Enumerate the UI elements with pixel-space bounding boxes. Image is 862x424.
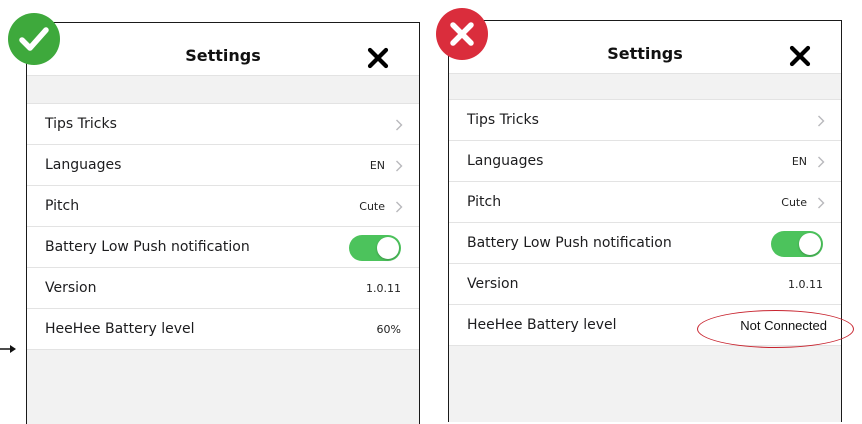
page-title: Settings bbox=[185, 46, 261, 65]
row-pitch[interactable]: Pitch Cute bbox=[449, 182, 841, 223]
row-languages[interactable]: Languages EN bbox=[449, 141, 841, 182]
battery-push-toggle[interactable] bbox=[771, 231, 823, 257]
row-value: 60% bbox=[376, 323, 401, 336]
row-tips-tricks[interactable]: Tips Tricks bbox=[449, 100, 841, 141]
chevron-right-icon bbox=[396, 119, 403, 131]
row-pitch[interactable]: Pitch Cute bbox=[27, 186, 419, 227]
chevron-right-icon bbox=[396, 160, 403, 172]
row-value: 1.0.11 bbox=[788, 278, 823, 291]
settings-screen-correct: Settings Tips Tricks Languages EN Pitch … bbox=[26, 22, 420, 424]
close-icon[interactable] bbox=[367, 47, 389, 69]
header: Settings bbox=[449, 21, 841, 74]
header: Settings bbox=[27, 23, 419, 76]
row-value: 1.0.11 bbox=[366, 282, 401, 295]
row-label: Tips Tricks bbox=[45, 116, 117, 132]
chevron-right-icon bbox=[818, 156, 825, 168]
settings-screen-incorrect: Settings Tips Tricks Languages EN Pitch … bbox=[448, 20, 842, 422]
arrow-right-icon bbox=[0, 342, 16, 356]
row-battery-push: Battery Low Push notification bbox=[27, 227, 419, 268]
row-languages[interactable]: Languages EN bbox=[27, 145, 419, 186]
row-label: Pitch bbox=[467, 194, 502, 210]
row-version: Version 1.0.11 bbox=[449, 264, 841, 305]
row-label: HeeHee Battery level bbox=[467, 317, 617, 333]
row-label: Version bbox=[45, 280, 97, 296]
row-label: Pitch bbox=[45, 198, 80, 214]
checkmark-icon bbox=[8, 13, 60, 65]
row-value: Cute bbox=[781, 196, 807, 209]
cross-icon bbox=[436, 8, 488, 60]
chevron-right-icon bbox=[818, 115, 825, 127]
row-tips-tricks[interactable]: Tips Tricks bbox=[27, 104, 419, 145]
chevron-right-icon bbox=[396, 201, 403, 213]
close-icon[interactable] bbox=[789, 45, 811, 67]
row-value: EN bbox=[791, 155, 807, 168]
row-label: HeeHee Battery level bbox=[45, 321, 195, 337]
settings-list: Tips Tricks Languages EN Pitch Cute Batt… bbox=[27, 103, 419, 350]
settings-list: Tips Tricks Languages EN Pitch Cute Batt… bbox=[449, 99, 841, 346]
page-title: Settings bbox=[607, 44, 683, 63]
row-value: EN bbox=[369, 159, 385, 172]
battery-push-toggle[interactable] bbox=[349, 235, 401, 261]
row-label: Version bbox=[467, 276, 519, 292]
row-label: Languages bbox=[467, 153, 544, 169]
row-label: Battery Low Push notification bbox=[45, 239, 250, 255]
row-label: Languages bbox=[45, 157, 122, 173]
row-label: Tips Tricks bbox=[467, 112, 539, 128]
row-label: Battery Low Push notification bbox=[467, 235, 672, 251]
highlight-oval bbox=[697, 310, 854, 348]
row-version: Version 1.0.11 bbox=[27, 268, 419, 309]
chevron-right-icon bbox=[818, 197, 825, 209]
toggle-knob bbox=[377, 237, 399, 259]
row-value: Cute bbox=[359, 200, 385, 213]
toggle-knob bbox=[799, 233, 821, 255]
row-battery-push: Battery Low Push notification bbox=[449, 223, 841, 264]
row-battery-level: HeeHee Battery level 60% bbox=[27, 309, 419, 350]
